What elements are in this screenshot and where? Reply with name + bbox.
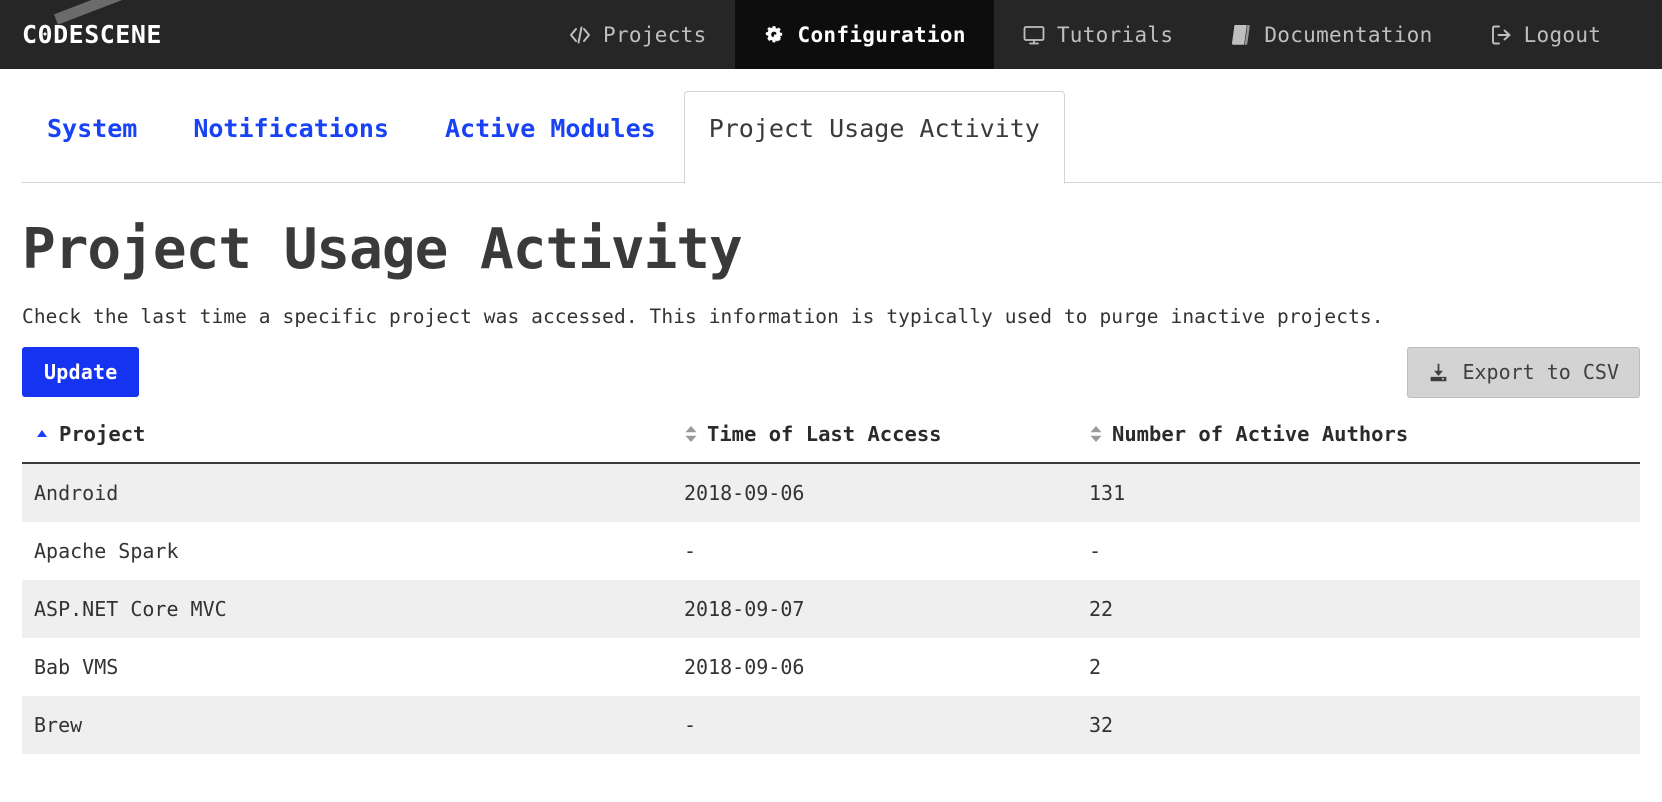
cell-last-access: - xyxy=(684,712,697,737)
table-head: Project Time of Last Access Number of Acti… xyxy=(22,413,1640,464)
export-to-csv-label: Export to CSV xyxy=(1462,360,1619,385)
cell-last-access: 2018-09-06 xyxy=(684,480,805,505)
tab-project-usage-activity[interactable]: Project Usage Activity xyxy=(683,91,1065,184)
cell-last-access: - xyxy=(684,538,697,563)
tab-list: System Notifications Active Modules Project… xyxy=(22,91,1065,184)
table-row[interactable]: Android 2018-09-06 131 xyxy=(22,462,1640,522)
main-content: Project Usage Activity Check the last ti… xyxy=(0,217,1662,754)
sort-updown-icon[interactable] xyxy=(684,424,698,444)
sign-out-icon xyxy=(1489,23,1513,47)
code-brackets-icon xyxy=(568,23,592,47)
action-toolbar: Update Export to CSV xyxy=(22,346,1640,398)
nav-item-label: Projects xyxy=(603,22,707,47)
table-row[interactable]: ASP.NET Core MVC 2018-09-07 22 xyxy=(22,579,1640,638)
update-button[interactable]: Update xyxy=(22,347,140,398)
app-logo[interactable]: C0DESCENE xyxy=(0,0,540,69)
cell-active-authors: 131 xyxy=(1089,480,1126,505)
tab-system[interactable]: System xyxy=(22,115,165,183)
top-nav-items: Projects Configuration Tutorials Documentat… xyxy=(540,0,1662,69)
book-icon xyxy=(1229,23,1253,47)
cell-last-access: 2018-09-07 xyxy=(684,596,805,621)
table-body: Android 2018-09-06 131 Apache Spark - - ASP.NE… xyxy=(22,462,1640,754)
cell-project: Brew xyxy=(34,712,83,737)
export-to-csv-button[interactable]: Export to CSV xyxy=(1407,346,1640,398)
column-header-label: Number of Active Authors xyxy=(1112,421,1409,446)
table-row[interactable]: Brew - 32 xyxy=(22,695,1640,754)
table-header-row: Project Time of Last Access Number of Acti… xyxy=(22,413,1640,464)
nav-item-tutorials[interactable]: Tutorials xyxy=(994,0,1202,69)
top-navigation-bar: C0DESCENE Projects Configuration Tutorials… xyxy=(0,0,1662,69)
column-header-project[interactable]: Project xyxy=(22,413,672,464)
nav-item-label: Documentation xyxy=(1264,22,1433,47)
cell-last-access: 2018-09-06 xyxy=(684,654,805,679)
cell-project: ASP.NET Core MVC xyxy=(34,596,227,621)
nav-item-logout[interactable]: Logout xyxy=(1461,0,1630,69)
cell-active-authors: - xyxy=(1089,538,1102,563)
cell-project: Apache Spark xyxy=(34,538,179,563)
cell-project: Android xyxy=(34,480,119,505)
table-row[interactable]: Bab VMS 2018-09-06 2 xyxy=(22,637,1640,696)
page-title: Project Usage Activity xyxy=(22,217,743,282)
gears-icon xyxy=(763,23,787,47)
sort-updown-icon[interactable] xyxy=(1089,424,1103,444)
cell-project: Bab VMS xyxy=(34,654,119,679)
column-header-label: Project xyxy=(59,421,146,446)
cell-active-authors: 2 xyxy=(1089,654,1102,679)
cell-active-authors: 32 xyxy=(1089,712,1114,737)
nav-item-configuration[interactable]: Configuration xyxy=(734,0,994,69)
download-icon xyxy=(1428,362,1449,383)
monitor-icon xyxy=(1022,23,1046,47)
column-header-label: Time of Last Access xyxy=(707,421,942,446)
caret-up-icon[interactable] xyxy=(34,426,50,442)
logo-text: C0DESCENE xyxy=(22,20,162,49)
nav-item-label: Tutorials xyxy=(1056,22,1174,47)
project-usage-table: Project Time of Last Access Number of Acti… xyxy=(22,413,1640,754)
column-header-number-of-active-authors[interactable]: Number of Active Authors xyxy=(1077,413,1640,464)
page-description: Check the last time a specific project w… xyxy=(22,304,1384,328)
table-row[interactable]: Apache Spark - - xyxy=(22,521,1640,580)
tab-active-modules[interactable]: Active Modules xyxy=(417,115,684,183)
nav-item-documentation[interactable]: Documentation xyxy=(1201,0,1460,69)
configuration-tabstrip: System Notifications Active Modules Project… xyxy=(0,69,1662,184)
nav-item-label: Configuration xyxy=(797,22,966,47)
column-header-time-of-last-access[interactable]: Time of Last Access xyxy=(672,413,1077,464)
tab-notifications[interactable]: Notifications xyxy=(165,115,417,183)
nav-item-projects[interactable]: Projects xyxy=(540,0,735,69)
cell-active-authors: 22 xyxy=(1089,596,1114,621)
nav-item-label: Logout xyxy=(1523,22,1602,47)
